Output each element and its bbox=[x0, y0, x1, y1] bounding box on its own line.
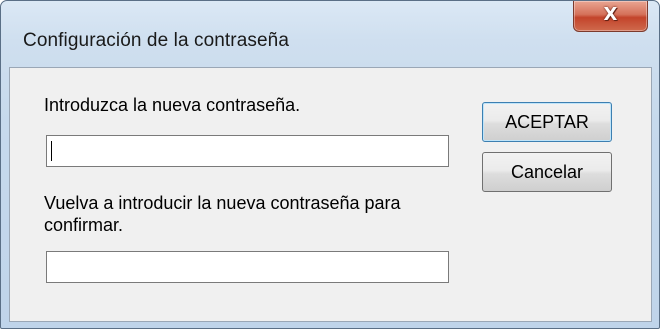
ok-button[interactable]: ACEPTAR bbox=[482, 102, 612, 142]
text-caret bbox=[51, 141, 52, 161]
dialog-title: Configuración de la contraseña bbox=[23, 30, 290, 51]
confirm-password-label: Vuelva a introducir la nueva contraseña … bbox=[44, 193, 401, 235]
close-icon: X bbox=[603, 4, 618, 25]
dialog-body: Introduzca la nueva contraseña. Vuelva a… bbox=[9, 67, 652, 322]
password-settings-dialog: Configuración de la contraseña X Introdu… bbox=[0, 0, 660, 329]
cancel-button[interactable]: Cancelar bbox=[482, 152, 612, 192]
title-bar[interactable]: Configuración de la contraseña X bbox=[1, 1, 659, 59]
confirm-password-input[interactable] bbox=[46, 251, 449, 283]
new-password-label: Introduzca la nueva contraseña. bbox=[44, 95, 301, 115]
close-button[interactable]: X bbox=[573, 1, 648, 32]
new-password-input[interactable] bbox=[46, 135, 449, 167]
